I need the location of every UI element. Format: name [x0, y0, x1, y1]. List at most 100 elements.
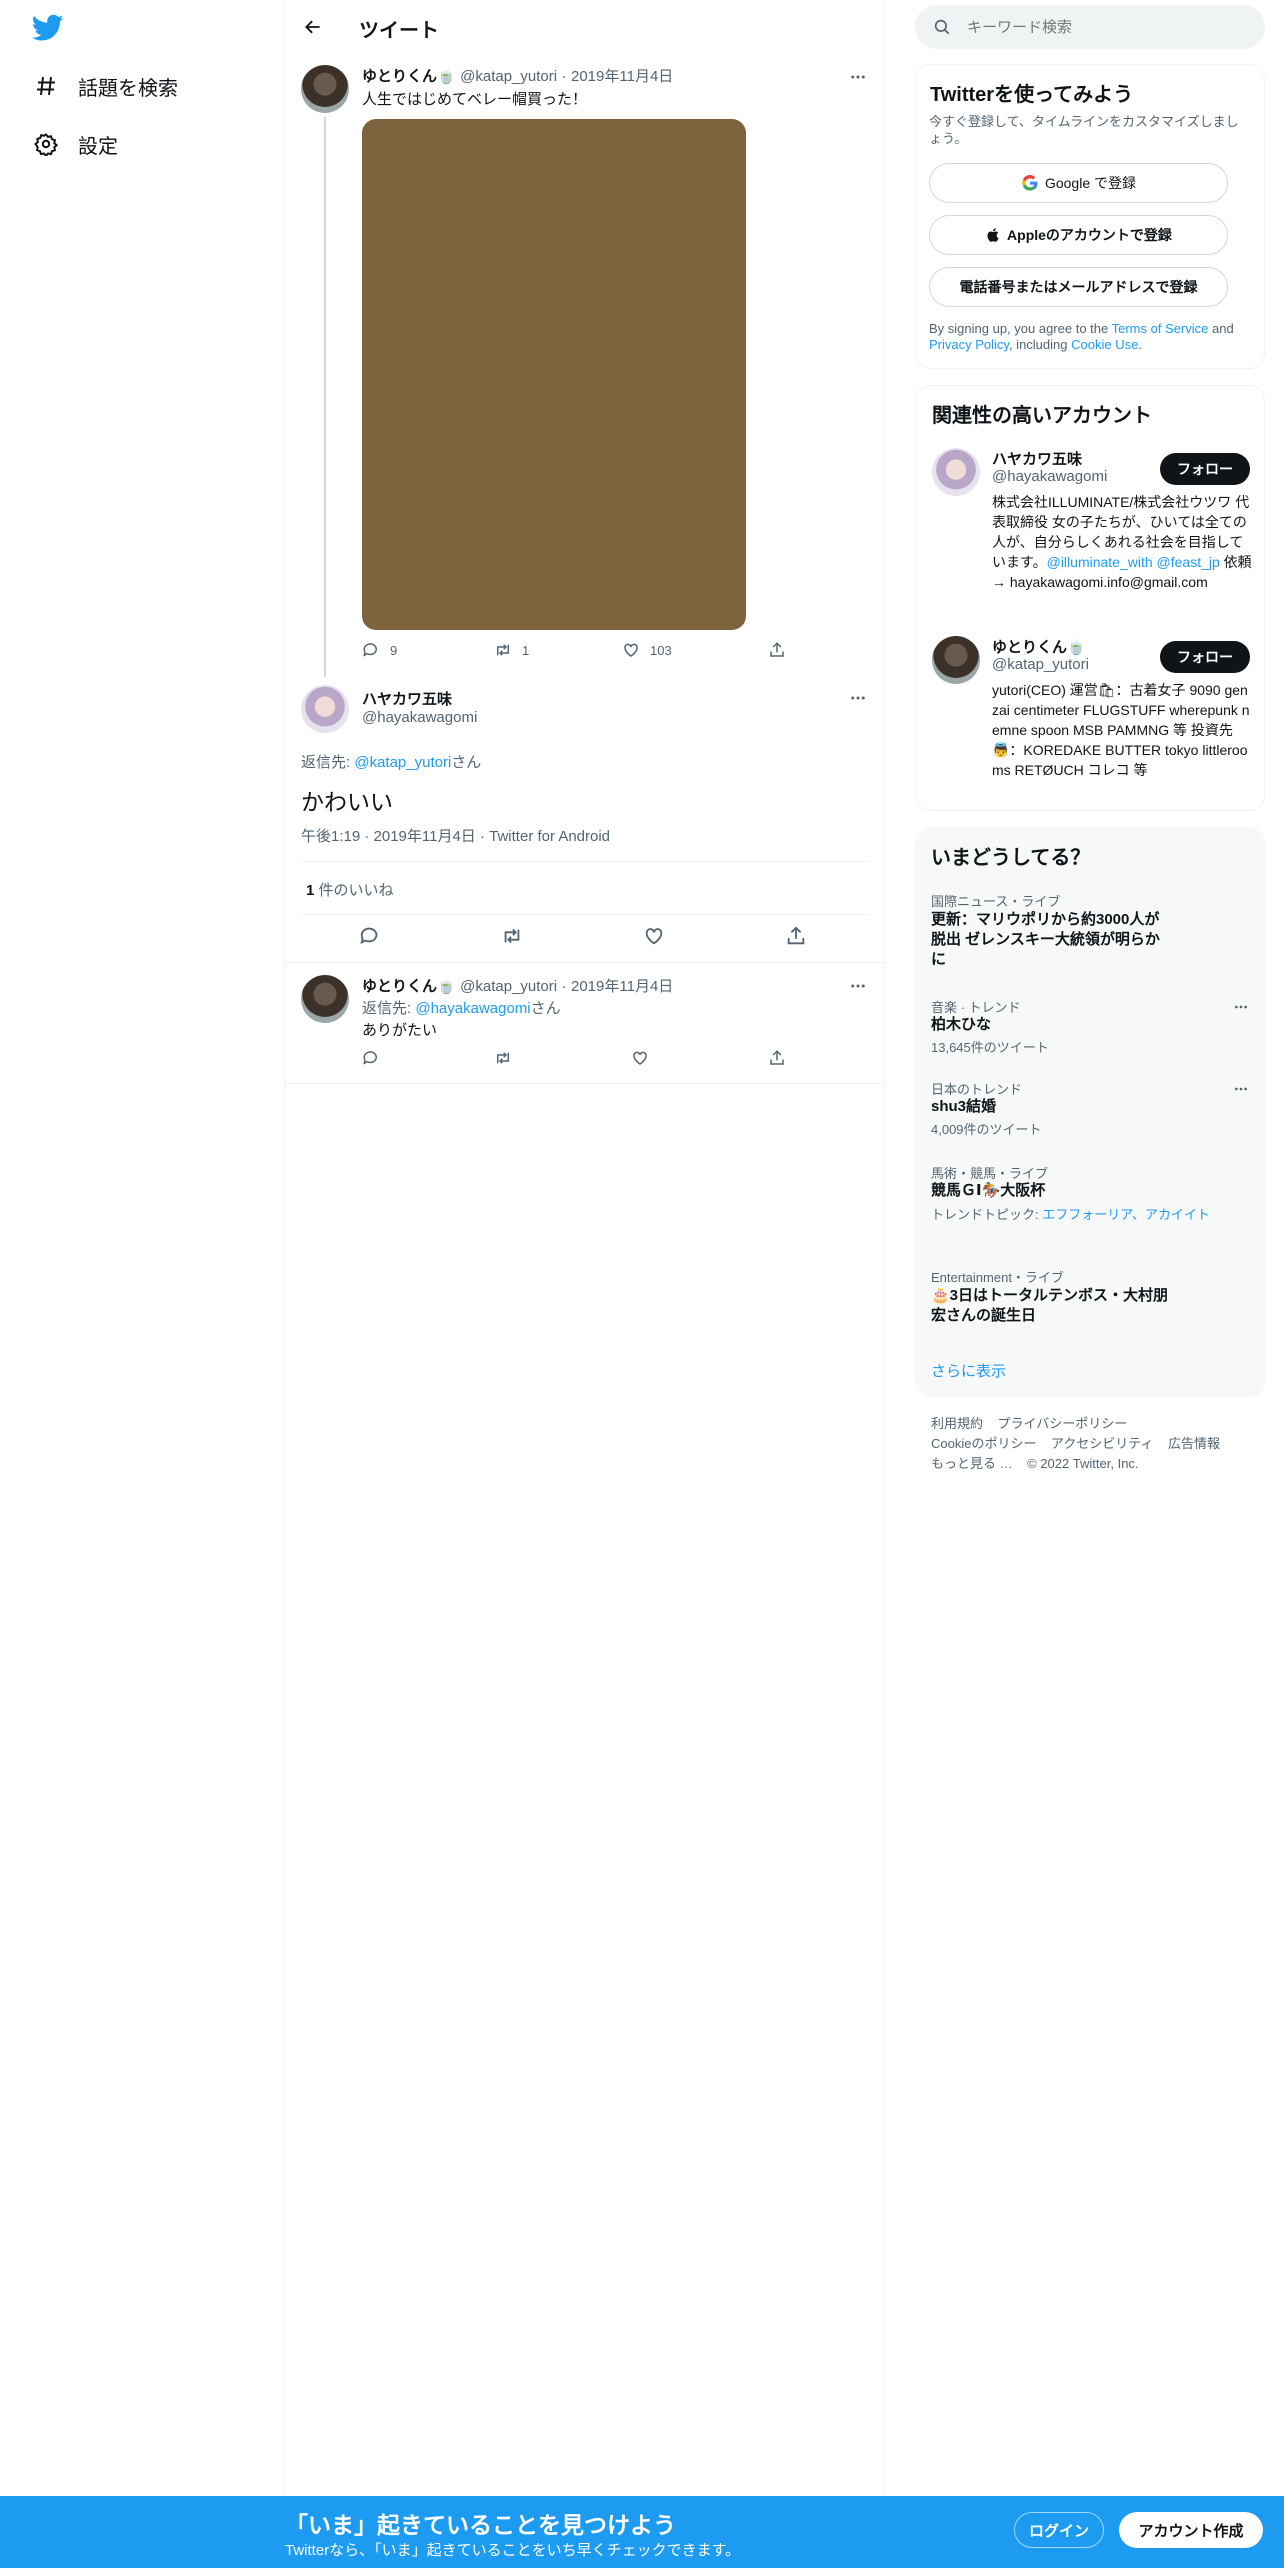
trend-meta: 日本のトレンド: [931, 1082, 1023, 1097]
phone-signup-button[interactable]: 電話番号またはメールアドレスで登録: [929, 267, 1228, 307]
divider: [301, 861, 869, 862]
apple-signup-button[interactable]: Appleのアカウントで登録: [929, 215, 1228, 255]
related-account[interactable]: ハヤカワ五味 @hayakawagomi フォロー 株式会社ILLUMINATE…: [916, 446, 1266, 631]
nav-item-settings[interactable]: 設定: [32, 124, 118, 164]
privacy-link[interactable]: Privacy Policy: [929, 337, 1009, 352]
footer-link-privacy[interactable]: プライバシーポリシー: [997, 1416, 1127, 1431]
phone-signup-label: 電話番号またはメールアドレスで登録: [959, 279, 1198, 295]
back-arrow-icon[interactable]: [299, 13, 327, 41]
share-icon: [770, 642, 784, 657]
reply-button[interactable]: [362, 1049, 390, 1067]
reply-suffix: さん: [451, 754, 482, 771]
retweet-button[interactable]: 1: [494, 641, 529, 659]
google-signup-button[interactable]: Google で登録: [929, 163, 1228, 203]
like-button[interactable]: [643, 925, 675, 947]
follow-button[interactable]: フォロー: [1160, 453, 1250, 485]
signup-subtitle: 今すぐ登録して、タイムラインをカスタマイズしましょう。: [929, 114, 1239, 146]
trend-item[interactable]: 馬術・競馬・ライブ 競馬ＧⅠ🏇大阪杯 トレンドトピック: エフフォーリア、アカイ…: [915, 1159, 1265, 1249]
reply-tweet[interactable]: ゆとりくん🍵 @katap_yutori · 2019年11月4日 返信先: @…: [285, 963, 885, 1083]
retweet-button[interactable]: [494, 1049, 522, 1067]
related-account[interactable]: ゆとりくん🍵 @katap_yutori フォロー yutori(CEO) 運営…: [916, 634, 1266, 804]
tweet-date[interactable]: 2019年11月4日: [571, 978, 673, 995]
search-input[interactable]: [967, 18, 1227, 36]
author-name[interactable]: ゆとりくん🍵: [362, 978, 456, 995]
show-more-link[interactable]: さらに表示: [931, 1360, 1006, 1381]
bio-link[interactable]: @illuminate_with: [1047, 554, 1153, 570]
avatar[interactable]: [932, 448, 980, 496]
author-handle[interactable]: @hayakawagomi: [362, 709, 477, 726]
share-button[interactable]: [768, 1049, 796, 1067]
likes-summary[interactable]: 1 件のいいね: [306, 879, 394, 900]
legal-text: .: [1138, 337, 1142, 352]
share-button[interactable]: [768, 641, 796, 659]
reply-to-link[interactable]: @hayakawagomi: [415, 1000, 530, 1017]
footer-link-cookie[interactable]: Cookieのポリシー: [931, 1436, 1036, 1451]
footer-link-terms[interactable]: 利用規約: [931, 1416, 983, 1431]
trend-item[interactable]: 国際ニュース・ライブ 更新：マリウポリから約3000人が脱出 ゼレンスキー大統領…: [915, 887, 1265, 987]
main-column: ツイート ゆとりくん🍵 @katap_yutori · 2019年11月4日 人…: [285, 0, 885, 2568]
author-name[interactable]: ゆとりくん🍵: [362, 68, 456, 85]
account-handle[interactable]: @hayakawagomi: [992, 468, 1107, 485]
tweet-text: 人生ではじめてベレー帽買った！: [362, 91, 588, 108]
reply-context: 返信先: @katap_yutoriさん: [301, 751, 481, 772]
apple-signup-label: Appleのアカウントで登録: [1007, 227, 1172, 243]
signup-button[interactable]: アカウント作成: [1119, 2512, 1263, 2548]
account-name[interactable]: ハヤカワ五味: [992, 448, 1082, 469]
trend-item[interactable]: Entertainment・ライブ 🎂3日はトータルテンボス・大村朋宏さんの誕生…: [915, 1263, 1265, 1333]
reply-prefix: 返信先:: [301, 754, 355, 771]
like-button[interactable]: 103: [622, 641, 672, 659]
cookie-link[interactable]: Cookie Use: [1071, 337, 1138, 352]
follow-button[interactable]: フォロー: [1160, 641, 1250, 673]
more-icon[interactable]: [848, 67, 868, 87]
author-handle[interactable]: @katap_yutori: [460, 68, 557, 85]
tweet-date[interactable]: 2019年11月4日: [571, 68, 673, 85]
reply-to-link[interactable]: @katap_yutori: [354, 754, 451, 771]
avatar[interactable]: [301, 975, 349, 1023]
nav-item-label: 設定: [78, 135, 118, 158]
retweet-icon: [497, 644, 509, 656]
nav-item-label: 話題を検索: [78, 77, 178, 100]
more-icon[interactable]: [1231, 997, 1251, 1017]
search-box[interactable]: [915, 5, 1265, 49]
trend-item[interactable]: 音楽 · トレンド 柏木ひな 13,645件のツイート: [915, 993, 1265, 1059]
footer-link-more[interactable]: もっと見る …: [931, 1456, 1013, 1471]
tweet-meta[interactable]: 午後1:19 · 2019年11月4日 · Twitter for Androi…: [301, 825, 610, 846]
account-name[interactable]: ゆとりくん🍵: [992, 636, 1086, 657]
more-icon[interactable]: [848, 688, 868, 708]
divider: [285, 1083, 885, 1084]
nav-item-explore[interactable]: 話題を検索: [32, 66, 178, 106]
author-handle[interactable]: @katap_yutori: [460, 978, 557, 995]
footer-link-ads[interactable]: 広告情報: [1168, 1436, 1220, 1451]
footer-link-accessibility[interactable]: アクセシビリティ: [1051, 1436, 1154, 1451]
like-button[interactable]: [631, 1049, 659, 1067]
more-icon[interactable]: [1231, 1079, 1251, 1099]
reply-button[interactable]: [359, 925, 391, 947]
reply-context: 返信先: @hayakawagomiさん: [362, 997, 561, 1018]
terms-link[interactable]: Terms of Service: [1112, 321, 1209, 336]
legal-text: and: [1208, 321, 1234, 336]
retweet-button[interactable]: [501, 925, 533, 947]
trend-meta: 馬術・競馬・ライブ: [931, 1166, 1049, 1181]
bottombar-subtitle: Twitterなら、「いま」起きていることをいち早くチェックできます。: [285, 2542, 741, 2559]
parent-tweet[interactable]: ゆとりくん🍵 @katap_yutori · 2019年11月4日 人生ではじめ…: [285, 53, 885, 677]
copyright: © 2022 Twitter, Inc.: [1027, 1456, 1139, 1471]
twitter-logo-icon[interactable]: [31, 14, 66, 42]
reply-button[interactable]: 9: [362, 641, 397, 659]
bio-link[interactable]: @feast_jp: [1157, 554, 1220, 570]
author-name[interactable]: ハヤカワ五味: [362, 688, 452, 709]
topic-link[interactable]: エフフォーリア、アカイイト: [1042, 1207, 1210, 1222]
share-button[interactable]: [785, 925, 817, 947]
avatar[interactable]: [301, 65, 349, 113]
search-icon: [934, 19, 950, 35]
reply-icon: [360, 927, 378, 945]
google-icon: [1022, 174, 1038, 191]
tweet-media-image[interactable]: [362, 119, 746, 630]
thread-line: [324, 117, 326, 677]
avatar[interactable]: [932, 636, 980, 684]
retweet-icon: [504, 928, 520, 944]
login-button[interactable]: ログイン: [1014, 2512, 1104, 2548]
avatar[interactable]: [301, 685, 349, 733]
trend-item[interactable]: 日本のトレンド shu3結婚 4,009件のツイート: [915, 1075, 1265, 1141]
more-icon[interactable]: [848, 976, 868, 996]
account-handle[interactable]: @katap_yutori: [992, 656, 1089, 673]
